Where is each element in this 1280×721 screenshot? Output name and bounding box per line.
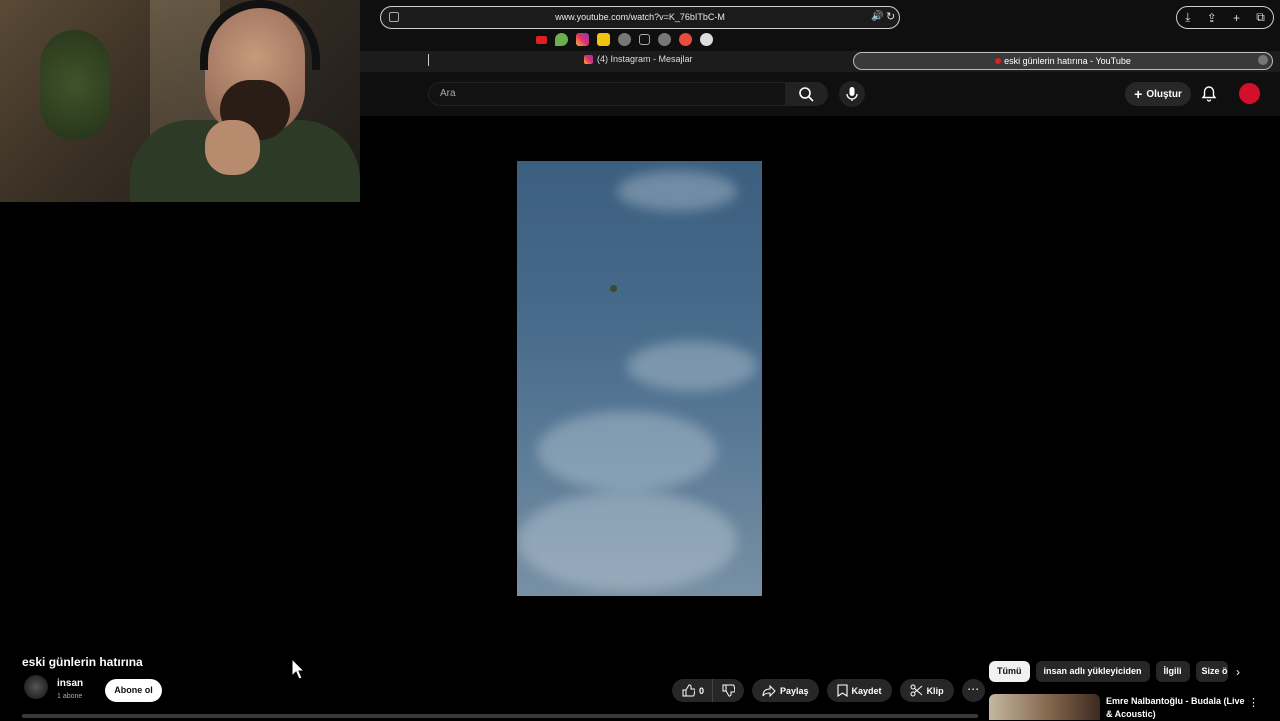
tab-label: (4) Instagram - Mesajlar bbox=[597, 54, 693, 64]
tab-instagram[interactable]: (4) Instagram - Mesajlar bbox=[584, 54, 693, 64]
download-icon[interactable]: ⤓ bbox=[1185, 10, 1190, 25]
globe-icon[interactable] bbox=[658, 33, 671, 46]
recommendation-chips: Tümü insan adlı yükleyiciden İlgili Size… bbox=[989, 661, 1228, 682]
like-button[interactable]: 0 bbox=[672, 679, 713, 702]
recommendation-thumbnail[interactable] bbox=[989, 694, 1100, 720]
video-title: eski günlerin hatırına bbox=[22, 655, 143, 669]
speaker-icon[interactable]: 🔊 bbox=[871, 11, 883, 22]
reload-icon[interactable]: ↻ bbox=[886, 10, 895, 23]
search-placeholder: Ara bbox=[440, 88, 456, 99]
share-icon[interactable]: ⇪ bbox=[1207, 11, 1217, 25]
youtube-icon[interactable] bbox=[536, 35, 547, 44]
notifications-bell-icon[interactable] bbox=[1201, 85, 1217, 105]
note-icon[interactable] bbox=[597, 33, 610, 46]
drop-icon[interactable] bbox=[555, 33, 568, 46]
scissors-icon bbox=[910, 684, 922, 697]
new-tab-icon[interactable]: + bbox=[1233, 11, 1240, 25]
like-count: 0 bbox=[699, 685, 705, 696]
chevron-right-icon[interactable]: › bbox=[1236, 665, 1240, 679]
create-button[interactable]: + Oluştur bbox=[1125, 82, 1191, 106]
instagram-icon[interactable] bbox=[576, 33, 589, 46]
thumbs-up-icon bbox=[682, 684, 695, 697]
share-button[interactable]: Paylaş bbox=[752, 679, 819, 702]
search-button[interactable] bbox=[786, 82, 828, 106]
video-actions: 0 Paylaş Kaydet Klip ⋯ bbox=[672, 679, 985, 702]
chip-from-uploader[interactable]: insan adlı yükleyiciden bbox=[1035, 661, 1150, 682]
more-vertical-icon[interactable]: ⋮ bbox=[1248, 696, 1259, 709]
share-label: Paylaş bbox=[780, 685, 809, 696]
f-icon[interactable] bbox=[639, 34, 650, 45]
chip-all[interactable]: Tümü bbox=[989, 661, 1030, 682]
thumbs-down-icon bbox=[722, 684, 736, 697]
save-label: Kaydet bbox=[851, 685, 882, 696]
search-icon bbox=[799, 87, 814, 102]
clip-label: Klip bbox=[926, 685, 944, 696]
youtube-icon bbox=[995, 58, 1002, 64]
dislike-button[interactable] bbox=[712, 679, 745, 702]
comments-scrollbar[interactable] bbox=[22, 714, 978, 718]
openai-icon[interactable] bbox=[700, 33, 713, 46]
url-text[interactable]: www.youtube.com/watch?v=K_76bITbC-M bbox=[381, 7, 899, 28]
more-icon: ⋯ bbox=[967, 682, 980, 696]
search-input[interactable] bbox=[428, 82, 786, 106]
subscribe-button[interactable]: Abone ol bbox=[105, 679, 162, 702]
tab-youtube[interactable]: eski günlerin hatırına - YouTube bbox=[853, 52, 1273, 70]
address-bar[interactable]: www.youtube.com/watch?v=K_76bITbC-M 🔊 ↻ bbox=[380, 6, 900, 29]
chip-related[interactable]: İlgili bbox=[1155, 661, 1190, 682]
voice-search-button[interactable] bbox=[839, 81, 865, 107]
bookmark-icon bbox=[836, 684, 848, 697]
account-avatar[interactable] bbox=[1239, 83, 1260, 104]
channel-avatar[interactable] bbox=[24, 675, 48, 699]
instagram-icon bbox=[584, 54, 593, 64]
avatar-icon[interactable] bbox=[679, 33, 692, 46]
microphone-icon bbox=[846, 87, 858, 101]
recommendation-title[interactable]: Emre Nalbantoğlu - Budala (Live & Acoust… bbox=[1106, 695, 1246, 721]
favorites-bar bbox=[536, 33, 713, 46]
tab-overview-icon[interactable]: ⧉ bbox=[1256, 10, 1265, 25]
webcam-overlay bbox=[0, 0, 360, 202]
create-label: Oluştur bbox=[1146, 88, 1182, 100]
video-player[interactable] bbox=[517, 161, 762, 596]
subscriber-count: 1 abone bbox=[57, 693, 83, 700]
chip-for-you[interactable]: Size ö bbox=[1195, 661, 1228, 682]
tab-label: eski günlerin hatırına - YouTube bbox=[1004, 56, 1131, 66]
bird-in-sky bbox=[610, 285, 617, 292]
globe-icon[interactable] bbox=[618, 33, 631, 46]
more-actions-button[interactable]: ⋯ bbox=[961, 679, 985, 702]
tab-separator bbox=[428, 54, 429, 66]
mute-tab-icon[interactable] bbox=[1258, 55, 1268, 65]
share-icon bbox=[762, 684, 776, 697]
clip-button[interactable]: Klip bbox=[899, 679, 954, 702]
save-button[interactable]: Kaydet bbox=[826, 679, 892, 702]
mouse-cursor-icon bbox=[290, 657, 306, 686]
channel-name[interactable]: insan bbox=[57, 678, 83, 689]
plus-icon: + bbox=[1134, 86, 1143, 102]
browser-actions: ⤓ ⇪ + ⧉ bbox=[1176, 6, 1274, 29]
